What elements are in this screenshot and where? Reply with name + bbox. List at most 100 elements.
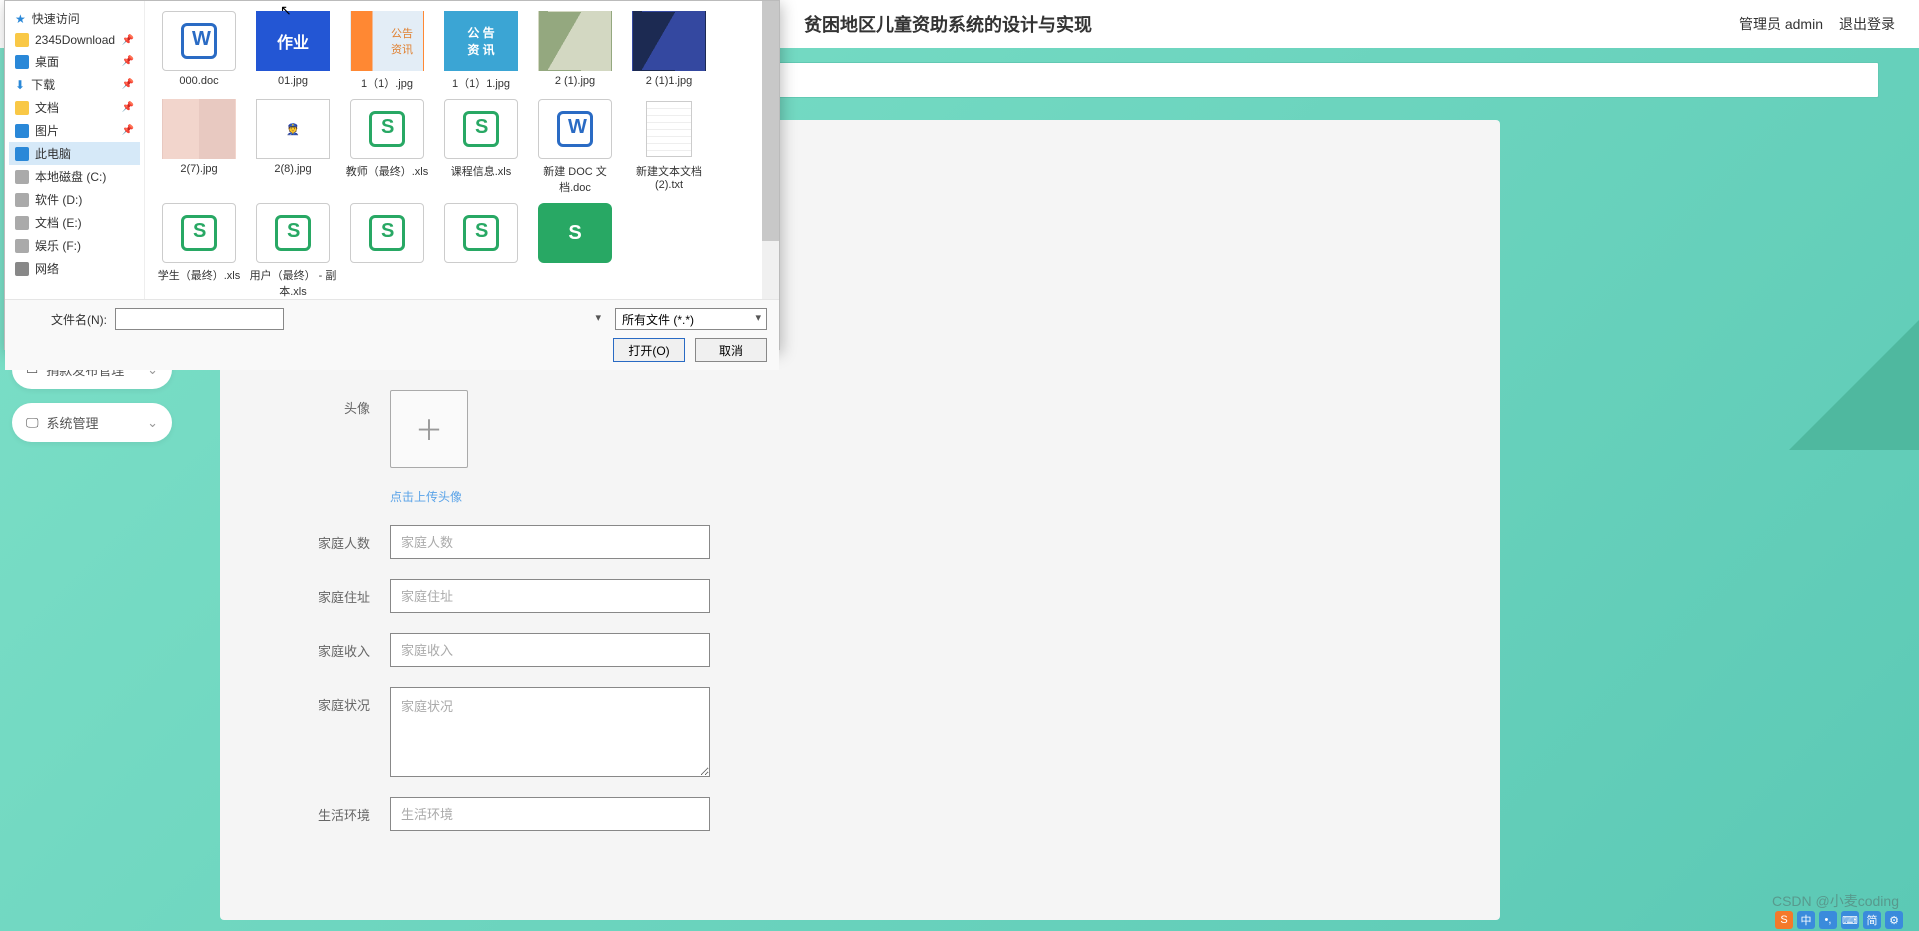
pin-icon: 📌	[122, 56, 134, 67]
file-filter-select[interactable]	[615, 308, 767, 330]
file-name-label: 2 (1).jpg	[555, 75, 595, 87]
file-name-label: 新建 DOC 文档.doc	[531, 163, 619, 195]
ime-item[interactable]: S	[1775, 911, 1793, 929]
ime-item[interactable]: •,	[1819, 911, 1837, 929]
word-icon	[181, 23, 217, 59]
scrollbar[interactable]	[762, 1, 779, 299]
tree-item-下载[interactable]: ⬇下载📌	[9, 73, 140, 96]
tree-item-label: 文档 (E:)	[35, 214, 82, 231]
dialog-nav-tree: ★快速访问2345Download📌桌面📌⬇下载📌文档📌图片📌此电脑本地磁盘 (…	[5, 1, 145, 299]
ime-item[interactable]: ⌨	[1841, 911, 1859, 929]
file-item[interactable]: 👮2(8).jpg	[249, 99, 337, 195]
cancel-button[interactable]: 取消	[695, 338, 767, 362]
ime-item[interactable]: 中	[1797, 911, 1815, 929]
pin-icon: 📌	[122, 79, 134, 90]
file-item[interactable]: 新建文本文档(2).txt	[625, 99, 713, 195]
tree-item-label: 此电脑	[35, 145, 71, 162]
plus-icon: ＋	[415, 409, 443, 449]
tree-item-label: 软件 (D:)	[35, 191, 82, 208]
file-item[interactable]	[343, 203, 431, 299]
file-name-label: 学生（最终）.xls	[158, 267, 241, 283]
file-item[interactable]: 2(7).jpg	[155, 99, 243, 195]
file-name-label: 1（1）1.jpg	[452, 75, 510, 91]
file-item[interactable]: 2 (1).jpg	[531, 11, 619, 91]
page-title: 贫困地区儿童资助系统的设计与实现	[804, 11, 1092, 37]
file-item[interactable]: 000.doc	[155, 11, 243, 91]
pin-icon: 📌	[122, 102, 134, 113]
tree-item-2345Download[interactable]: 2345Download📌	[9, 30, 140, 50]
tree-item-图片[interactable]: 图片📌	[9, 119, 140, 142]
avatar-hint[interactable]: 点击上传头像	[390, 488, 1470, 505]
tree-item-此电脑[interactable]: 此电脑	[9, 142, 140, 165]
tree-item-label: 下载	[31, 76, 55, 93]
file-open-dialog: ★快速访问2345Download📌桌面📌⬇下载📌文档📌图片📌此电脑本地磁盘 (…	[4, 0, 780, 350]
filename-input[interactable]	[115, 308, 284, 330]
file-item[interactable]: 公告资讯1（1）.jpg	[343, 11, 431, 91]
family-status-textarea[interactable]	[390, 687, 710, 777]
nav-system-mgmt[interactable]: 🖵 系统管理 ⌄	[12, 403, 172, 442]
tree-item-桌面[interactable]: 桌面 📌	[9, 50, 140, 73]
family-address-input[interactable]	[390, 579, 710, 613]
tree-item-本地磁盘 (C:)[interactable]: 本地磁盘 (C:)	[9, 165, 140, 188]
field-label-3: 家庭状况	[290, 687, 370, 714]
xls-icon	[275, 215, 311, 251]
file-name-label: 2(8).jpg	[274, 163, 311, 175]
tree-item-label: 桌面	[35, 53, 59, 70]
monitor-icon: 🖵	[26, 415, 39, 431]
tree-item-label: 本地磁盘 (C:)	[35, 168, 106, 185]
tree-item-label: 网络	[35, 260, 59, 277]
file-item[interactable]: 2 (1)1.jpg	[625, 11, 713, 91]
nav-label-1: 系统管理	[47, 413, 99, 432]
chevron-down-icon: ⌄	[147, 415, 158, 431]
file-item[interactable]: 新建 DOC 文档.doc	[531, 99, 619, 195]
avatar-upload-button[interactable]: ＋	[390, 390, 468, 468]
tree-item-label: 快速访问	[32, 10, 80, 27]
file-name-label: 新建文本文档(2).txt	[625, 163, 713, 191]
logout-link[interactable]: 退出登录	[1839, 14, 1895, 34]
living-env-input[interactable]	[390, 797, 710, 831]
tree-item-文档 (E:)[interactable]: 文档 (E:)	[9, 211, 140, 234]
tree-item-软件 (D:)[interactable]: 软件 (D:)	[9, 188, 140, 211]
file-item[interactable]: 公 告资 讯 1（1）1.jpg	[437, 11, 525, 91]
file-name-label: 01.jpg	[278, 75, 308, 87]
field-label-4: 生活环境	[290, 797, 370, 824]
tree-item-label: 文档	[35, 99, 59, 116]
file-item[interactable]	[437, 203, 525, 299]
field-label-0: 家庭人数	[290, 525, 370, 552]
image-thumb: 作业	[256, 11, 330, 71]
ime-toolbar: S中•,⌨简⚙	[1775, 911, 1903, 929]
xls-icon	[463, 215, 499, 251]
family-count-input[interactable]	[390, 525, 710, 559]
file-item[interactable]: 学生（最终）.xls	[155, 203, 243, 299]
field-label-2: 家庭收入	[290, 633, 370, 660]
file-name-label: 2 (1)1.jpg	[646, 75, 692, 87]
field-label-1: 家庭住址	[290, 579, 370, 606]
tree-item-label: 2345Download	[35, 33, 115, 47]
xls-icon	[463, 111, 499, 147]
tree-item-网络[interactable]: 网络	[9, 257, 140, 280]
deco-triangle	[1789, 320, 1919, 450]
open-button[interactable]: 打开(O)	[613, 338, 685, 362]
word-icon	[557, 111, 593, 147]
tree-item-文档[interactable]: 文档 📌	[9, 96, 140, 119]
file-item[interactable]: S	[531, 203, 619, 299]
ime-item[interactable]: 简	[1863, 911, 1881, 929]
tree-item-娱乐 (F:)[interactable]: 娱乐 (F:)	[9, 234, 140, 257]
dialog-file-pane: 000.doc作业 01.jpg 公告资讯1（1）.jpg公 告资 讯 1（1）1.j…	[145, 1, 779, 299]
file-name-label: 课程信息.xls	[451, 163, 512, 179]
xls-icon	[369, 215, 405, 251]
ime-item[interactable]: ⚙	[1885, 911, 1903, 929]
file-item[interactable]: 作业 01.jpg	[249, 11, 337, 91]
file-item[interactable]: 教师（最终）.xls	[343, 99, 431, 195]
file-name-label: 用户（最终） - 副本.xls	[249, 267, 337, 299]
tree-item-label: 图片	[35, 122, 59, 139]
tree-item-快速访问[interactable]: ★快速访问	[9, 7, 140, 30]
txt-icon	[646, 101, 692, 157]
file-item[interactable]: 用户（最终） - 副本.xls	[249, 203, 337, 299]
filename-label: 文件名(N):	[17, 311, 107, 328]
xls-icon	[181, 215, 217, 251]
watermark: CSDN @小麦coding	[1772, 891, 1899, 911]
family-income-input[interactable]	[390, 633, 710, 667]
file-item[interactable]: 课程信息.xls	[437, 99, 525, 195]
image-thumb: 公 告资 讯	[444, 11, 518, 71]
